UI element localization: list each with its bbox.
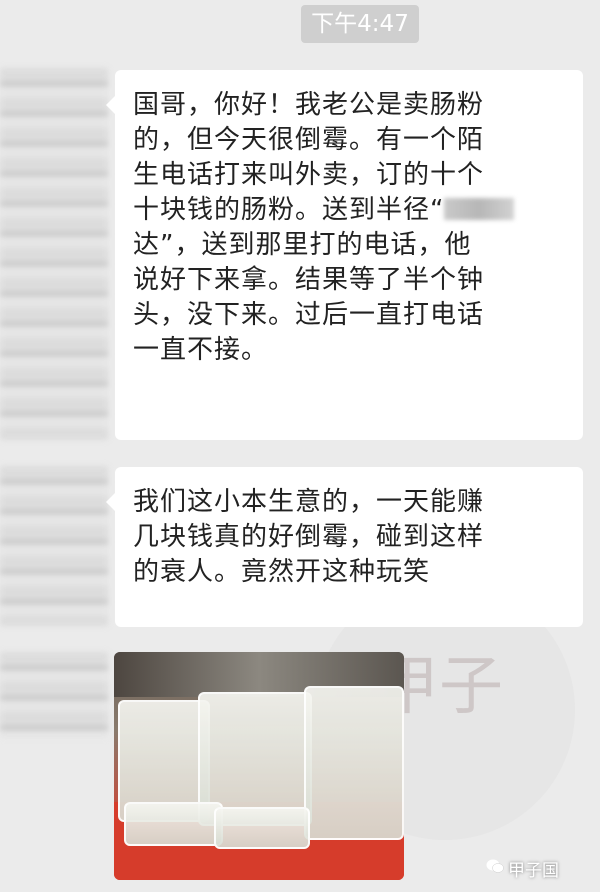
message-line: 我们这小本生意的，一天能赚 [133, 487, 485, 517]
image-message-food-boxes[interactable] [114, 652, 404, 880]
message-line: 几块钱真的好倒霉，碰到这样 [133, 522, 485, 552]
message-line: 达”，送到那里打的电话，他 [133, 230, 472, 260]
message-line: 国哥，你好！我老公是卖肠粉 [133, 90, 485, 120]
message-line: 头，没下来。过后一直打电话 [133, 300, 485, 330]
message-line: 的，但今天很倒霉。有一个陌 [133, 125, 485, 155]
message-line: 说好下来拿。结果等了半个钟 [133, 265, 485, 295]
message-bubble[interactable]: 我们这小本生意的，一天能赚 几块钱真的好倒霉，碰到这样 的衰人。竟然开这种玩笑 [106, 467, 583, 627]
food-box [124, 802, 223, 846]
watermark-brand: 甲子国 [508, 861, 559, 881]
message-timestamp: 下午4:47 [301, 5, 419, 43]
food-box [214, 807, 310, 849]
food-box [304, 686, 404, 840]
message-line-text: 十块钱的肠粉。送到半径“ [133, 195, 445, 225]
message-line-with-redaction: 十块钱的肠粉。送到半径“ [133, 193, 565, 228]
message-bubble[interactable]: 国哥，你好！我老公是卖肠粉 的，但今天很倒霉。有一个陌 生电话打来叫外卖，订的十… [106, 70, 583, 440]
avatar[interactable] [0, 68, 108, 440]
wechat-icon [486, 859, 504, 873]
avatar[interactable] [0, 652, 108, 738]
avatar[interactable] [0, 466, 108, 626]
redacted-text [444, 198, 515, 220]
message-line: 的衰人。竟然开这种玩笑 [133, 557, 431, 587]
message-line: 一直不接。 [133, 335, 269, 365]
message-line: 生电话打来叫外卖，订的十个 [133, 160, 485, 190]
